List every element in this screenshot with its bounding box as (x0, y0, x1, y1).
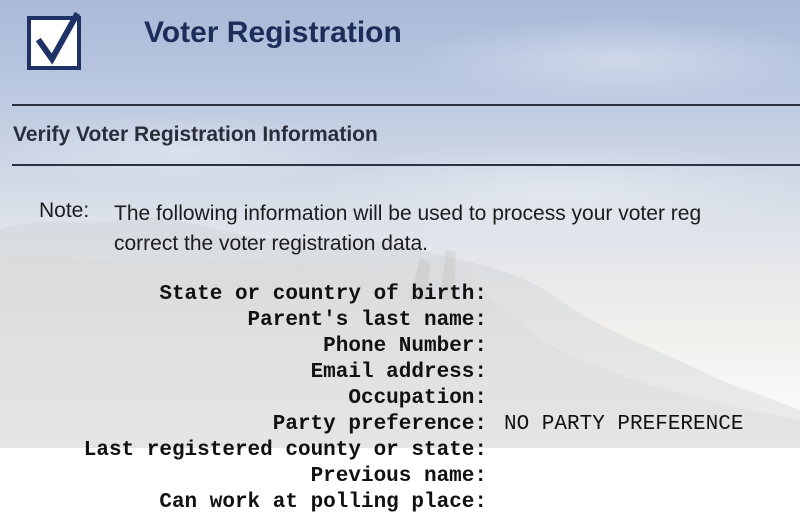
field-row-polling-place: Can work at polling place: (0, 490, 800, 516)
page-title: Voter Registration (144, 16, 402, 49)
note-label: Note: (39, 199, 90, 222)
field-label: Can work at polling place: (159, 491, 487, 514)
section-title: Verify Voter Registration Information (13, 123, 378, 146)
field-row-phone: Phone Number: (0, 334, 800, 360)
divider (12, 164, 800, 166)
field-row-birthplace: State or country of birth: (0, 282, 800, 308)
note-line: correct the voter registration data. (114, 232, 428, 255)
field-label: Previous name: (310, 465, 487, 488)
field-row-party-preference: Party preference: NO PARTY PREFERENCE (0, 412, 800, 438)
field-label: Occupation: (348, 387, 487, 410)
checkbox-check-icon (27, 12, 81, 70)
note-text: The following information will be used t… (114, 199, 800, 259)
field-label: Phone Number: (323, 335, 487, 358)
field-row-last-registered: Last registered county or state: (0, 438, 800, 464)
field-label: Party preference: (272, 413, 487, 436)
field-row-previous-name: Previous name: (0, 464, 800, 490)
field-label: State or country of birth: (159, 283, 487, 306)
page: Voter Registration Verify Voter Registra… (0, 0, 800, 527)
field-label: Last registered county or state: (83, 439, 487, 462)
field-row-parent-last-name: Parent's last name: (0, 308, 800, 334)
field-label: Parent's last name: (247, 309, 487, 332)
field-value: NO PARTY PREFERENCE (504, 413, 744, 436)
divider (12, 104, 800, 106)
registration-fields: State or country of birth: Parent's last… (0, 282, 800, 516)
field-row-occupation: Occupation: (0, 386, 800, 412)
field-row-email: Email address: (0, 360, 800, 386)
note-line: The following information will be used t… (114, 202, 702, 225)
field-label: Email address: (310, 361, 487, 384)
